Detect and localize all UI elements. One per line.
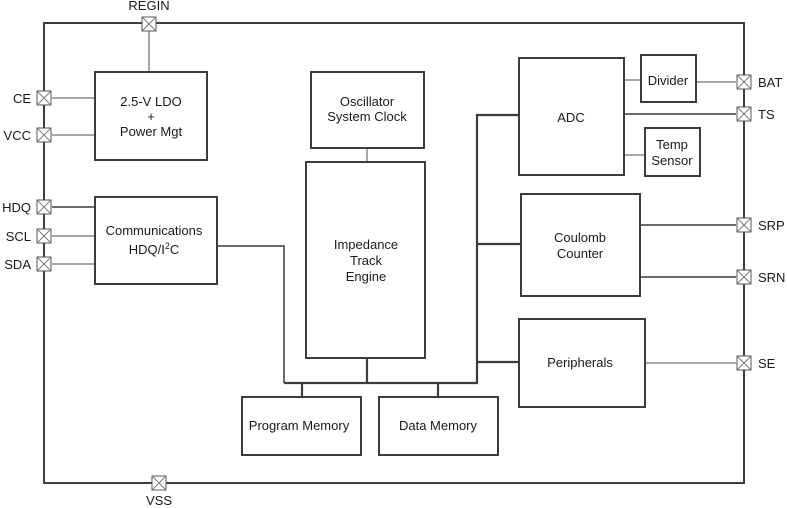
- osc-label-1: Oscillator: [340, 94, 395, 109]
- pin-scl: [36, 228, 52, 244]
- pin-label-sda: SDA: [4, 257, 31, 272]
- pin-bat: [736, 74, 752, 90]
- data-memory-label: Data Memory: [399, 418, 478, 433]
- pin-label-scl: SCL: [6, 229, 31, 244]
- temp-sensor-block: [644, 127, 701, 177]
- comm-label-2: HDQ/I2C: [129, 241, 180, 257]
- pin-label-srn: SRN: [758, 270, 785, 285]
- coulomb-counter-block: [520, 193, 641, 297]
- pin-regin: [141, 16, 157, 32]
- pin-vcc: [36, 127, 52, 143]
- ldo-label-2: +: [147, 109, 155, 124]
- divider-label: Divider: [648, 73, 689, 88]
- peripherals-label: Peripherals: [547, 355, 613, 370]
- ldo-label-1: 2.5-V LDO: [120, 94, 181, 109]
- wire-comm-bus: [217, 245, 285, 383]
- ite-label-3: Engine: [346, 269, 386, 284]
- block-diagram: 2.5-V LDO + Power Mgt Communications HDQ…: [2, 0, 785, 508]
- osc-label-2: System Clock: [327, 109, 407, 124]
- pin-label-ts: TS: [758, 107, 775, 122]
- program-memory-label: Program Memory: [249, 418, 350, 433]
- pin-ce: [36, 90, 52, 106]
- ite-label-2: Track: [350, 253, 383, 268]
- pin-label-hdq: HDQ: [2, 200, 31, 215]
- ldo-label-3: Power Mgt: [120, 124, 183, 139]
- comm-block: [94, 196, 218, 285]
- pin-se: [736, 355, 752, 371]
- pin-hdq: [36, 199, 52, 215]
- ite-label-1: Impedance: [334, 237, 398, 252]
- comm-label-1: Communications: [106, 223, 203, 238]
- pin-label-regin: REGIN: [128, 0, 169, 13]
- pin-vss: [151, 475, 167, 491]
- temp-label-2: Sensor: [651, 153, 693, 168]
- pin-label-srp: SRP: [758, 218, 785, 233]
- coulomb-label-2: Counter: [557, 246, 604, 261]
- pin-label-vcc: VCC: [4, 128, 31, 143]
- pin-label-se: SE: [758, 356, 776, 371]
- adc-label: ADC: [557, 110, 584, 125]
- pin-srp: [736, 217, 752, 233]
- pin-label-ce: CE: [13, 91, 31, 106]
- pin-label-bat: BAT: [758, 75, 782, 90]
- pin-srn: [736, 269, 752, 285]
- coulomb-label-1: Coulomb: [554, 230, 606, 245]
- temp-label-1: Temp: [656, 137, 688, 152]
- pin-label-vss: VSS: [146, 493, 172, 508]
- pin-sda: [36, 256, 52, 272]
- pin-ts: [736, 106, 752, 122]
